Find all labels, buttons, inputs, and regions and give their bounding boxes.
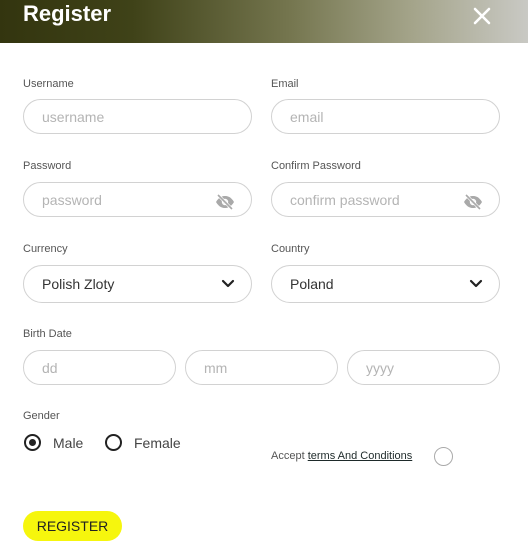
birth-year-input[interactable] [347, 350, 500, 385]
accept-terms-checkbox[interactable] [434, 447, 453, 466]
currency-value: Polish Zloty [42, 276, 115, 292]
register-button[interactable]: REGISTER [23, 511, 122, 541]
password-label: Password [23, 160, 72, 172]
gender-male-label[interactable]: Male [53, 435, 83, 451]
gender-label: Gender [23, 410, 60, 422]
country-label: Country [271, 243, 310, 255]
eye-off-icon[interactable] [215, 194, 235, 210]
gender-female-label[interactable]: Female [134, 435, 181, 451]
chevron-down-icon [469, 279, 483, 288]
currency-label: Currency [23, 243, 68, 255]
confirm-password-label: Confirm Password [271, 160, 361, 172]
modal-title: Register [23, 1, 112, 26]
email-input[interactable] [271, 99, 500, 134]
accept-terms-text: Accept terms And Conditions [271, 450, 412, 463]
country-select[interactable]: Poland [271, 265, 500, 303]
country-value: Poland [290, 276, 334, 292]
email-label: Email [271, 78, 299, 90]
close-icon[interactable] [470, 4, 494, 28]
terms-link[interactable]: terms And Conditions [308, 450, 413, 462]
gender-female-radio[interactable] [105, 434, 122, 451]
eye-off-icon[interactable] [463, 194, 483, 210]
birth-day-input[interactable] [23, 350, 176, 385]
username-input[interactable] [23, 99, 252, 134]
birth-date-label: Birth Date [23, 328, 72, 340]
birth-month-input[interactable] [185, 350, 338, 385]
accept-prefix: Accept [271, 450, 305, 462]
currency-select[interactable]: Polish Zloty [23, 265, 252, 303]
username-label: Username [23, 78, 74, 90]
modal-header: Register [0, 0, 528, 43]
chevron-down-icon [221, 279, 235, 288]
gender-male-radio[interactable] [24, 434, 41, 451]
